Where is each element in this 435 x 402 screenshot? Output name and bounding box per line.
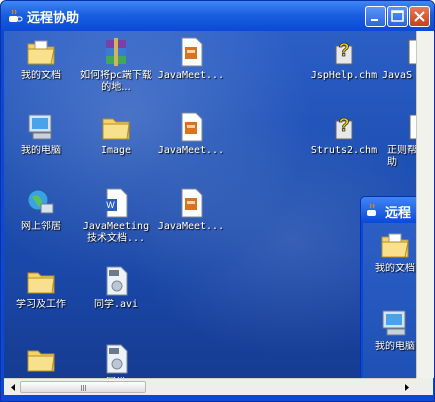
desktop-icon-network[interactable]: 网上邻居 xyxy=(5,187,77,233)
svg-text:W: W xyxy=(106,200,115,210)
chm-help-icon: ? xyxy=(335,115,353,140)
folder-icon xyxy=(27,350,55,372)
icon-label: 网上邻居 xyxy=(21,221,61,232)
icon-label: 学习及工作 xyxy=(16,299,66,310)
nested-title-bar[interactable]: 远程 xyxy=(361,197,416,223)
window-title: 远程协助 xyxy=(27,11,80,26)
desktop-icon-rar-archive[interactable]: 如何将pc端下载的地... xyxy=(80,36,152,94)
desktop-icon-regex-help-partial[interactable]: 正则帮助 xyxy=(387,111,416,169)
chm-help-icon: ? xyxy=(335,40,353,65)
icon-label: 同学.avi xyxy=(93,299,139,310)
desktop-icon-study-work[interactable]: 学习及工作 xyxy=(5,265,77,311)
desktop-icon-my-documents[interactable]: 我的文档 xyxy=(5,36,77,82)
network-globe-icon xyxy=(27,189,54,214)
java-file-icon xyxy=(181,112,203,142)
java-cup-icon xyxy=(9,9,23,22)
icon-label: 正则帮助 xyxy=(387,145,416,168)
my-computer-icon xyxy=(28,114,52,140)
folder-documents-icon xyxy=(27,40,55,65)
desktop-icon-dvd-video[interactable]: 同学 xyxy=(80,343,152,378)
nested-window-title: 远程 xyxy=(385,206,412,221)
desktop-icon-folder[interactable] xyxy=(5,343,77,377)
desktop-icon-javameeting-1[interactable]: JavaMeet... xyxy=(155,36,227,82)
scroll-right-icon[interactable] xyxy=(400,381,414,394)
nested-icon-my-documents[interactable]: 我的文档 xyxy=(361,229,416,275)
dvd-video-icon xyxy=(106,344,128,374)
icon-label: JavaMeeting技术文档... xyxy=(82,221,150,244)
scrollbar-thumb[interactable] xyxy=(20,381,146,393)
nested-icon-my-computer[interactable]: 我的电脑 xyxy=(361,307,416,353)
window-bottom-border xyxy=(1,395,434,401)
icon-label: 如何将pc端下载的地... xyxy=(80,70,152,93)
avi-video-icon xyxy=(106,266,128,296)
svg-text:?: ? xyxy=(339,115,350,135)
icon-label: Struts2.chm xyxy=(310,145,378,156)
scrollbar-corner xyxy=(416,378,433,395)
desktop-icon-struts2-chm[interactable]: ? Struts2.chm xyxy=(306,111,382,157)
winrar-archive-icon xyxy=(106,38,126,66)
grip-lines xyxy=(81,385,82,391)
java-file-icon xyxy=(181,188,203,218)
minimize-icon xyxy=(371,19,378,21)
maximize-button[interactable] xyxy=(387,6,408,27)
maximize-icon xyxy=(391,10,404,22)
file-icon xyxy=(408,39,416,65)
desktop-icon-jsphelp-chm[interactable]: ? JspHelp.chm xyxy=(306,36,382,82)
nested-remote-window[interactable]: 远程 我的文档 我的电脑 xyxy=(360,196,416,378)
close-icon xyxy=(414,11,425,22)
icon-label: 我的文档 xyxy=(21,70,61,81)
scroll-left-icon[interactable] xyxy=(6,381,20,394)
icon-label: JavaMeet... xyxy=(157,70,225,81)
desktop-icon-javameeting-3[interactable]: JavaMeet... xyxy=(155,187,227,233)
icon-label: Image xyxy=(100,145,132,156)
nested-desktop-view[interactable]: 我的文档 我的电脑 xyxy=(363,223,416,378)
icon-label: 我的电脑 xyxy=(21,145,61,156)
svg-text:?: ? xyxy=(339,40,350,60)
desktop-icon-image[interactable]: Image xyxy=(80,111,152,157)
file-icon xyxy=(409,114,416,140)
icon-label: 我的文档 xyxy=(375,263,415,274)
desktop-icon-javameeting-2[interactable]: JavaMeet... xyxy=(155,111,227,157)
icon-label: JspHelp.chm xyxy=(310,70,378,81)
minimize-button[interactable] xyxy=(365,6,386,27)
desktop-icon-my-computer[interactable]: 我的电脑 xyxy=(5,111,77,157)
icon-label: 我的电脑 xyxy=(375,341,415,352)
icon-label: JavaS xyxy=(382,70,413,81)
java-cup-icon xyxy=(367,203,376,216)
vertical-scrollbar-track[interactable] xyxy=(416,31,434,378)
icon-label: JavaMeet... xyxy=(157,145,225,156)
folder-icon xyxy=(27,272,55,294)
title-bar[interactable]: 远程协助 xyxy=(1,1,434,31)
icon-label: JavaMeet... xyxy=(157,221,225,232)
desktop-icon-word-doc[interactable]: W JavaMeeting技术文档... xyxy=(80,187,152,245)
close-button[interactable] xyxy=(409,6,430,27)
word-document-icon: W xyxy=(104,188,128,218)
remote-desktop-view[interactable]: 我的文档 我的电脑 网上邻居 学习及工作 如何将pc端下载的地... Image… xyxy=(4,31,416,378)
java-file-icon xyxy=(181,37,203,67)
my-computer-icon xyxy=(382,310,406,336)
horizontal-scrollbar[interactable] xyxy=(4,378,416,396)
folder-documents-icon xyxy=(381,233,409,258)
desktop-icon-javas-partial[interactable]: JavaS xyxy=(382,36,416,82)
folder-icon xyxy=(102,118,130,140)
desktop-icon-avi-video[interactable]: 同学.avi xyxy=(80,265,152,311)
remote-assist-window: 远程协助 我的文档 我的电脑 网上邻居 学习及工作 如何将pc端下载的地... … xyxy=(0,0,435,402)
